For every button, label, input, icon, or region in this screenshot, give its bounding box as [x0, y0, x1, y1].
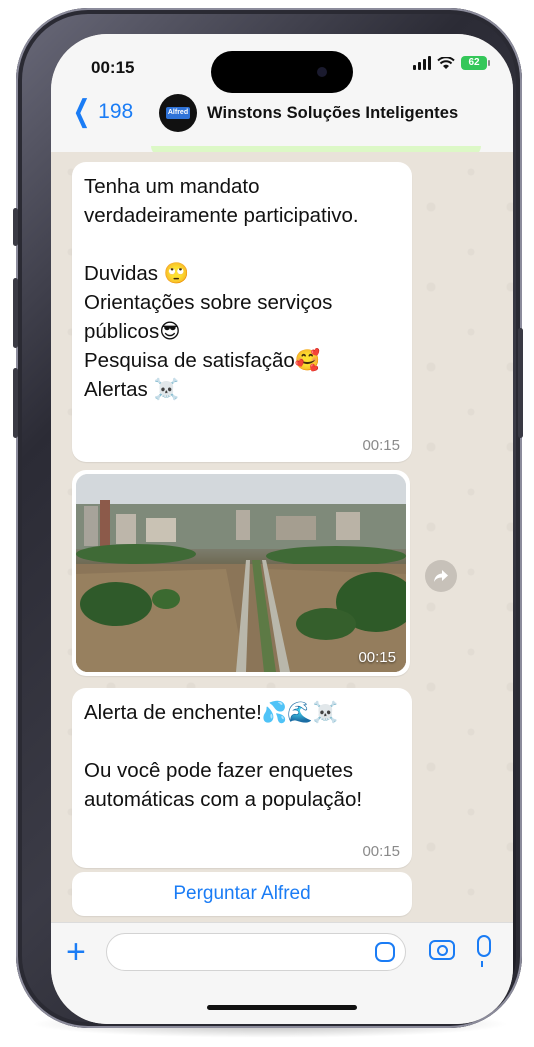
volume-up-button: [13, 278, 18, 348]
quick-reply-button[interactable]: Perguntar Alfred: [72, 872, 412, 916]
phone-screen: 00:15 62 ❮ 198 Alfred Winstons Soluções …: [51, 34, 513, 1024]
flood-photo[interactable]: 00:15: [76, 474, 406, 672]
forward-icon: [434, 570, 448, 582]
microphone-icon[interactable]: [477, 935, 491, 967]
chat-title[interactable]: Winstons Soluções Inteligentes: [207, 104, 458, 123]
unread-count: 198: [98, 100, 134, 123]
battery-icon: 62: [461, 56, 490, 70]
silent-switch: [13, 208, 18, 246]
message-text: Tenha um mandato verdadeiramente partici…: [84, 175, 359, 401]
front-camera-icon: [317, 67, 327, 77]
wifi-icon: [437, 56, 455, 69]
dynamic-island: [211, 51, 353, 93]
message-input[interactable]: [106, 933, 406, 971]
camera-icon[interactable]: [429, 940, 455, 960]
input-bar: +: [51, 922, 513, 1024]
status-icons: 62: [413, 56, 490, 70]
volume-down-button: [13, 368, 18, 438]
message-time: 00:15: [362, 843, 400, 860]
message-bubble[interactable]: Tenha um mandato verdadeiramente partici…: [72, 162, 412, 462]
phone-frame: 00:15 62 ❮ 198 Alfred Winstons Soluções …: [13, 8, 523, 1028]
forward-button[interactable]: [425, 560, 457, 592]
power-button: [518, 328, 523, 438]
status-time: 00:15: [91, 58, 135, 77]
message-time: 00:15: [362, 437, 400, 454]
avatar[interactable]: Alfred: [159, 94, 197, 132]
signal-icon: [413, 56, 431, 70]
chevron-left-icon: ❮: [72, 95, 91, 128]
sticker-icon[interactable]: [375, 942, 395, 962]
image-message-bubble[interactable]: 00:15: [72, 470, 410, 676]
top-bar: 00:15 62 ❮ 198 Alfred Winstons Soluções …: [51, 34, 513, 156]
home-indicator: [207, 1005, 357, 1010]
back-button[interactable]: ❮ 198: [69, 95, 134, 128]
avatar-logo: Alfred: [166, 107, 190, 119]
message-text: Alerta de enchente!💦🌊☠️ Ou você pode faz…: [84, 701, 363, 811]
image-time: 00:15: [358, 649, 396, 666]
plus-icon[interactable]: +: [66, 935, 86, 969]
message-bubble[interactable]: Alerta de enchente!💦🌊☠️ Ou você pode faz…: [72, 688, 412, 868]
chat-area[interactable]: Tenha um mandato verdadeiramente partici…: [51, 152, 513, 932]
flood-image: [76, 474, 406, 672]
